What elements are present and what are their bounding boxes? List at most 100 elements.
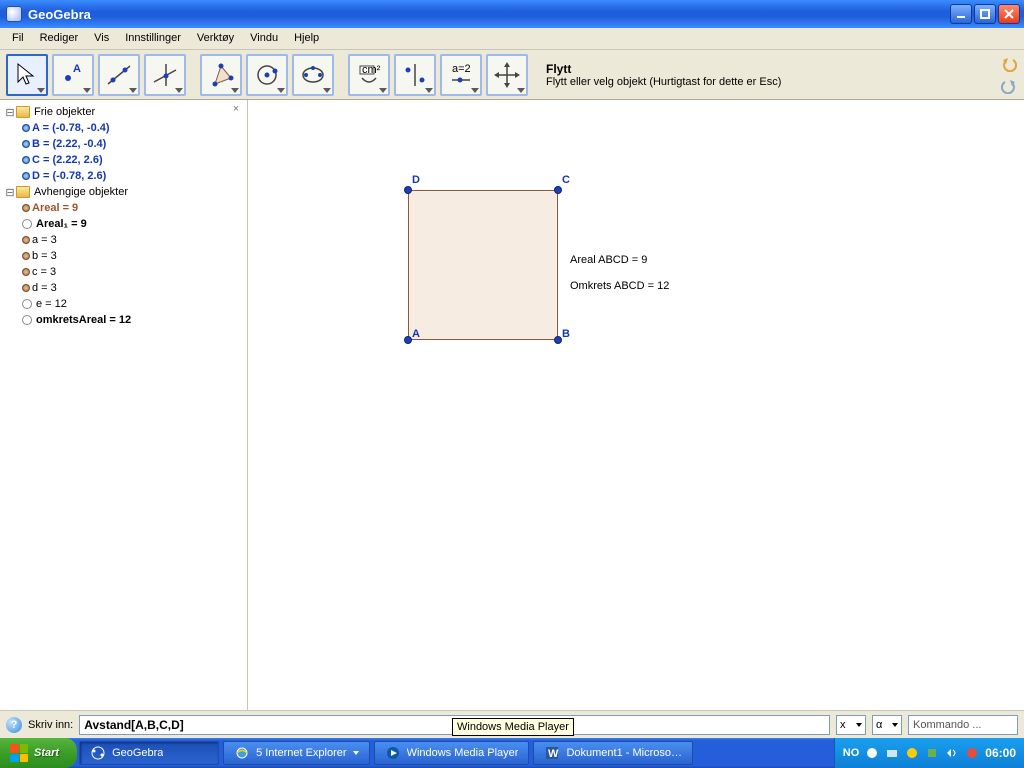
task-word[interactable]: W Dokument1 - Microsof... (533, 741, 693, 765)
algebra-view: × ⊟ Frie objekter A = (-0.78, -0.4) B = … (0, 100, 248, 710)
tree-item[interactable]: Areal = 9 (2, 200, 245, 216)
tool-point[interactable]: A (52, 54, 94, 96)
svg-text:cm²: cm² (362, 64, 381, 76)
taskbar-tooltip: Windows Media Player (452, 718, 574, 736)
geogebra-icon (90, 745, 106, 761)
text-omkrets[interactable]: Omkrets ABCD = 12 (570, 280, 669, 292)
value-icon (22, 284, 30, 292)
svg-text:A: A (73, 63, 81, 75)
chevron-down-icon (353, 751, 359, 755)
tree-item[interactable]: Areal₁ = 9 (2, 216, 245, 232)
tree-item[interactable]: c = 3 (2, 264, 245, 280)
tool-conic[interactable] (292, 54, 334, 96)
input-label: Skriv inn: (28, 719, 73, 731)
polygon-abcd[interactable] (408, 190, 558, 340)
vertex-label-a: A (412, 328, 420, 340)
redo-icon[interactable] (1000, 77, 1018, 95)
tool-reflect[interactable] (394, 54, 436, 96)
menu-vis[interactable]: Vis (86, 28, 117, 49)
tool-move-view[interactable] (486, 54, 528, 96)
main-area: × ⊟ Frie objekter A = (-0.78, -0.4) B = … (0, 100, 1024, 710)
tool-polygon[interactable] (200, 54, 242, 96)
ie-icon (234, 745, 250, 761)
folder-label: Avhengige objekter (34, 186, 128, 198)
tray-icon[interactable] (865, 746, 879, 760)
tree-item[interactable]: d = 3 (2, 280, 245, 296)
text-areal[interactable]: Areal ABCD = 9 (570, 254, 647, 266)
svg-text:a=2: a=2 (452, 63, 471, 75)
tool-move[interactable] (6, 54, 48, 96)
point-icon (22, 156, 30, 164)
tree-item[interactable]: b = 3 (2, 248, 245, 264)
vertex-a[interactable] (404, 336, 412, 344)
window-title: GeoGebra (28, 7, 950, 22)
tool-description: Flytt Flytt eller velg objekt (Hurtigtas… (532, 62, 996, 88)
tray-icon[interactable] (905, 746, 919, 760)
tree-item-point[interactable]: C = (2.22, 2.6) (2, 152, 245, 168)
radio-icon (22, 219, 32, 229)
vertex-d[interactable] (404, 186, 412, 194)
value-icon (22, 268, 30, 276)
value-icon (22, 204, 30, 212)
task-geogebra[interactable]: GeoGebra (79, 741, 219, 765)
window-maximize-button[interactable] (974, 4, 996, 24)
tree-item[interactable]: omkretsAreal = 12 (2, 312, 245, 328)
tray-icon[interactable] (925, 746, 939, 760)
tree-folder-free[interactable]: ⊟ Frie objekter (2, 104, 245, 120)
point-icon (22, 124, 30, 132)
folder-label: Frie objekter (34, 106, 95, 118)
menu-hjelp[interactable]: Hjelp (286, 28, 327, 49)
tree-item-point[interactable]: B = (2.22, -0.4) (2, 136, 245, 152)
tray-icon[interactable] (945, 746, 959, 760)
vertex-label-d: D (412, 174, 420, 186)
start-label: Start (34, 747, 59, 759)
tool-circle[interactable] (246, 54, 288, 96)
menu-verktoy[interactable]: Verktøy (189, 28, 242, 49)
symbol-alpha-dropdown[interactable]: α (872, 715, 902, 735)
start-button[interactable]: Start (0, 738, 77, 768)
value-icon (22, 252, 30, 260)
menu-bar: Fil Rediger Vis Innstillinger Verktøy Vi… (0, 28, 1024, 50)
graphics-view[interactable]: D C A B Areal ABCD = 9 Omkrets ABCD = 12 (248, 100, 1024, 710)
windows-logo-icon (10, 744, 28, 762)
radio-icon (22, 315, 32, 325)
system-tray: NO 06:00 (834, 738, 1024, 768)
language-indicator[interactable]: NO (843, 747, 860, 759)
radio-icon (22, 299, 32, 309)
tree-item-point[interactable]: D = (-0.78, 2.6) (2, 168, 245, 184)
menu-fil[interactable]: Fil (4, 28, 32, 49)
wmp-icon (385, 745, 401, 761)
svg-text:W: W (548, 748, 559, 760)
close-panel-icon[interactable]: × (229, 102, 243, 116)
tree-item[interactable]: a = 3 (2, 232, 245, 248)
tray-icon[interactable] (965, 746, 979, 760)
toolbar: A cm² a=2 Flytt Flytt eller velg objekt … (0, 50, 1024, 100)
vertex-label-c: C (562, 174, 570, 186)
clock[interactable]: 06:00 (985, 746, 1016, 760)
tray-icon[interactable] (885, 746, 899, 760)
menu-innstillinger[interactable]: Innstillinger (117, 28, 189, 49)
tool-line[interactable] (98, 54, 140, 96)
menu-rediger[interactable]: Rediger (32, 28, 87, 49)
command-dropdown[interactable]: Kommando ... (908, 715, 1018, 735)
tree-folder-dependent[interactable]: ⊟ Avhengige objekter (2, 184, 245, 200)
task-wmp[interactable]: Windows Media Player (374, 741, 530, 765)
window-close-button[interactable] (998, 4, 1020, 24)
vertex-c[interactable] (554, 186, 562, 194)
tool-measure[interactable]: cm² (348, 54, 390, 96)
task-ie[interactable]: 5 Internet Explorer (223, 741, 370, 765)
symbol-x-dropdown[interactable]: x (836, 715, 866, 735)
word-icon: W (544, 745, 560, 761)
help-icon[interactable]: ? (6, 717, 22, 733)
tool-perpendicular[interactable] (144, 54, 186, 96)
window-minimize-button[interactable] (950, 4, 972, 24)
vertex-b[interactable] (554, 336, 562, 344)
tree-item[interactable]: e = 12 (2, 296, 245, 312)
tool-slider[interactable]: a=2 (440, 54, 482, 96)
undo-icon[interactable] (1000, 55, 1018, 73)
window-titlebar: GeoGebra (0, 0, 1024, 28)
point-icon (22, 140, 30, 148)
folder-icon (16, 186, 30, 198)
menu-vindu[interactable]: Vindu (242, 28, 286, 49)
tree-item-point[interactable]: A = (-0.78, -0.4) (2, 120, 245, 136)
